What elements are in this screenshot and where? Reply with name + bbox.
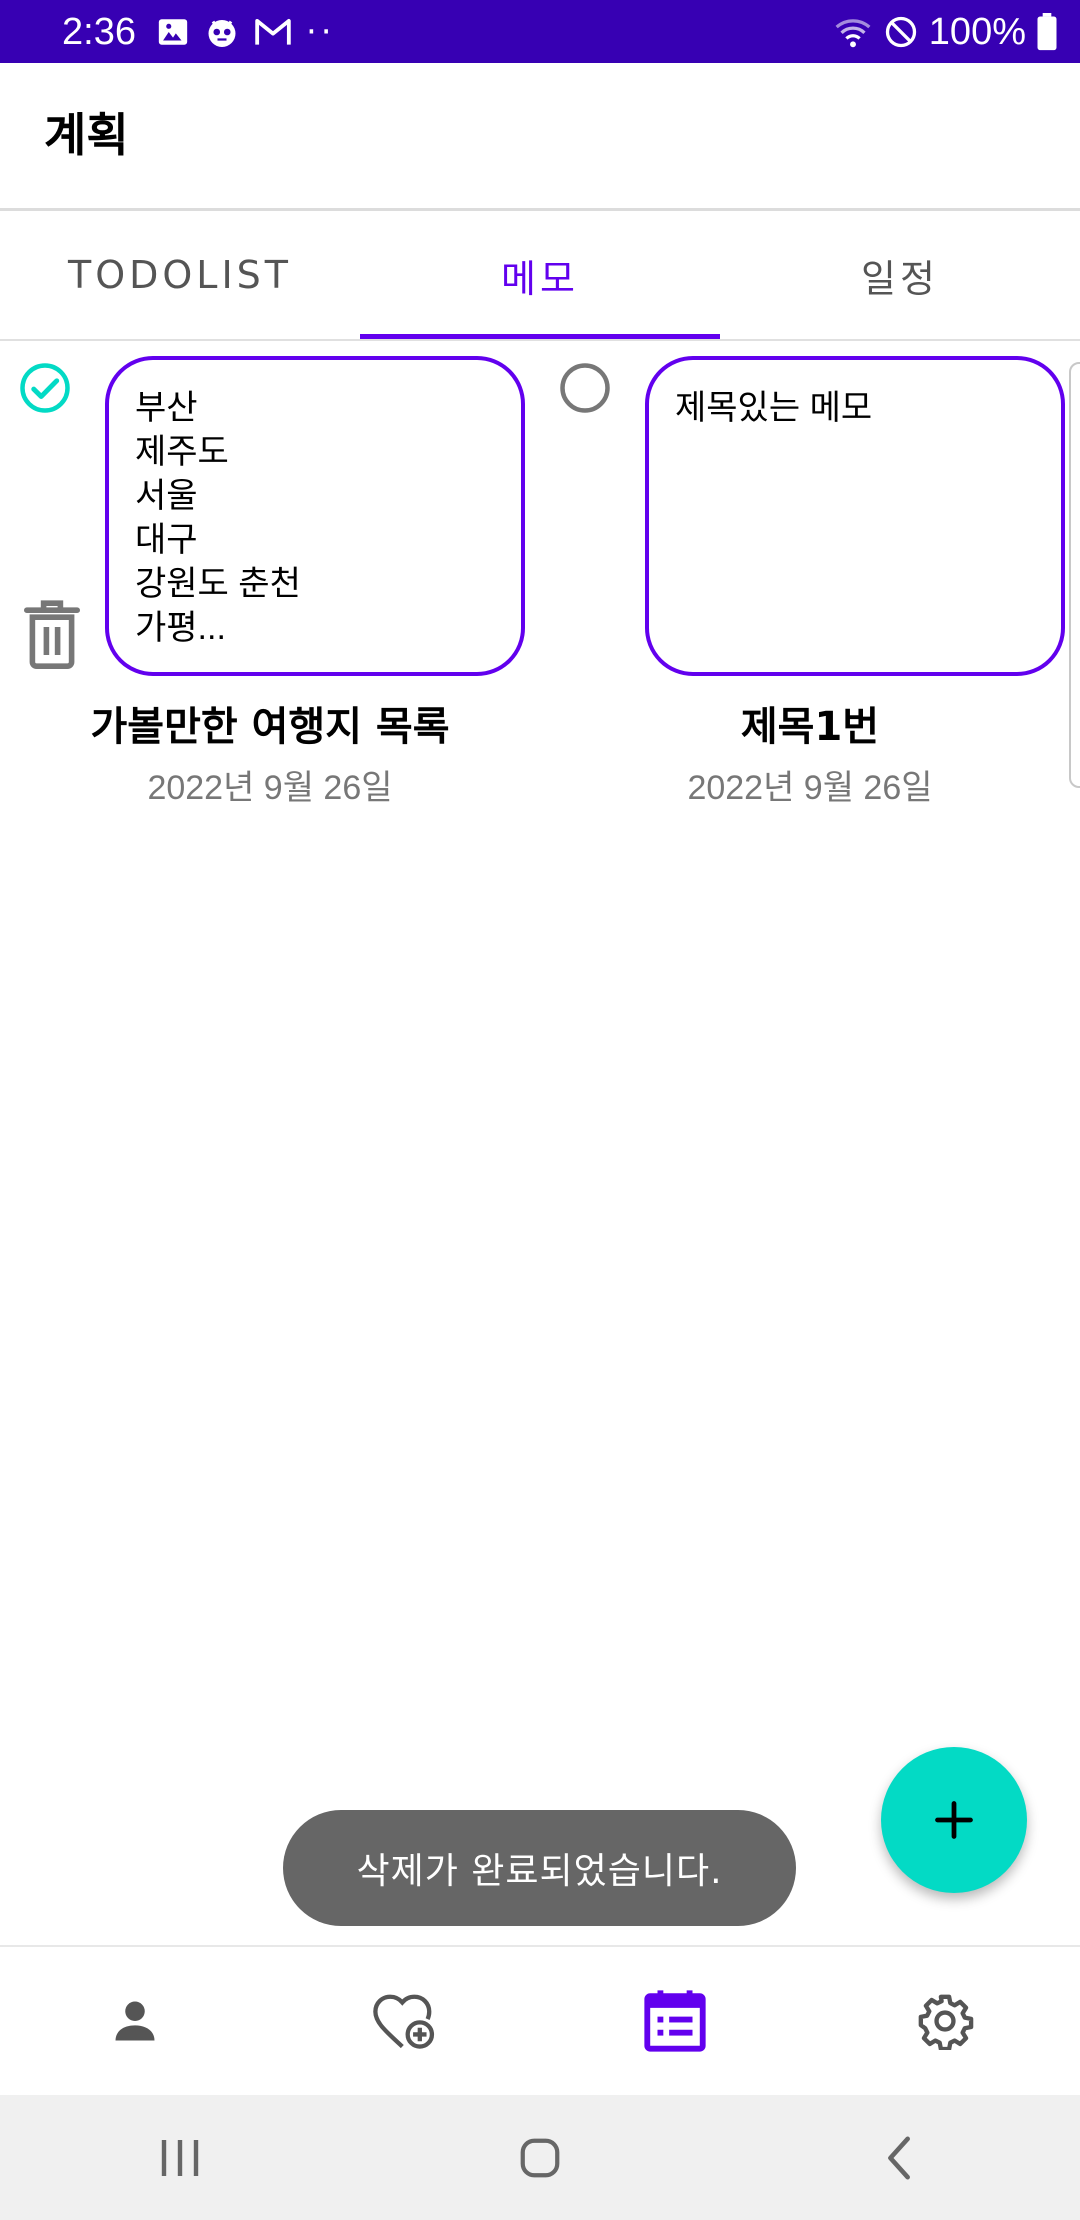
- home-button[interactable]: [360, 2095, 720, 2220]
- status-icons-right: 100%: [833, 10, 1058, 54]
- memo-title: 가볼만한 여행지 목록: [90, 704, 450, 750]
- memo-date: 2022년 9월 26일: [147, 769, 393, 807]
- wifi-icon: [835, 19, 871, 48]
- memo-content[interactable]: 제목있는 메모: [645, 356, 1065, 676]
- nav-settings[interactable]: [810, 1947, 1080, 2095]
- memo-item[interactable]: 부산 제주도 서울 대구 강원도 춘천 가평... 가볼만한 여행지 목록 20…: [0, 341, 540, 841]
- tab-memo-label: 메모: [501, 256, 579, 301]
- plus-icon: [935, 1801, 973, 1839]
- image-icon: [158, 19, 188, 45]
- nav-favorites[interactable]: [270, 1947, 540, 2095]
- system-navigation: [0, 2095, 1080, 2220]
- tab-schedule[interactable]: 일정: [720, 211, 1080, 339]
- back-icon: [888, 2136, 910, 2179]
- memo-title: 제목1번: [740, 704, 880, 750]
- gmail-icon: [255, 19, 291, 45]
- tab-indicator: [360, 334, 720, 339]
- app-toolbar: 계획: [0, 63, 1080, 211]
- add-memo-button[interactable]: [881, 1747, 1027, 1893]
- battery-icon: [1037, 13, 1057, 51]
- memo-date: 2022년 9월 26일: [687, 769, 933, 807]
- tab-bar: TODOLIST 메모 일정: [0, 211, 1080, 341]
- dnd-icon: [885, 16, 916, 48]
- status-time: 2:36: [62, 11, 136, 53]
- recent-apps-icon: [161, 2139, 199, 2176]
- trash-icon[interactable]: [24, 599, 80, 669]
- bottom-navigation: [0, 1945, 1080, 2095]
- tab-todolist[interactable]: TODOLIST: [0, 211, 360, 339]
- memo-item[interactable]: 제목있는 메모 제목1번 2022년 9월 26일: [540, 341, 1080, 841]
- person-icon: [115, 2001, 155, 2041]
- unchecked-circle-icon[interactable]: [558, 361, 612, 415]
- recent-apps-button[interactable]: [0, 2095, 360, 2220]
- calendar-list-icon: [644, 1990, 706, 2052]
- status-icons-left: ··: [156, 12, 336, 52]
- nav-profile[interactable]: [0, 1947, 270, 2095]
- heart-plus-icon: [373, 1994, 435, 2049]
- toast-message: 삭제가 완료되었습니다.: [283, 1810, 796, 1926]
- check-circle-icon[interactable]: [18, 361, 72, 415]
- status-bar: 2:36 ·· 100%: [0, 0, 1080, 63]
- gear-icon: [918, 1994, 974, 2050]
- nav-planner[interactable]: [540, 1947, 810, 2095]
- next-memo-edge: [1069, 362, 1080, 788]
- memo-content[interactable]: 부산 제주도 서울 대구 강원도 춘천 가평...: [105, 356, 525, 676]
- battery-percent: 100%: [928, 11, 1026, 53]
- app-mascot-icon: [208, 20, 236, 47]
- home-icon: [520, 2138, 560, 2177]
- page-title: 계획: [44, 108, 129, 162]
- tab-memo[interactable]: 메모: [360, 211, 720, 339]
- back-button[interactable]: [720, 2095, 1080, 2220]
- status-overflow-dots: ··: [306, 12, 336, 52]
